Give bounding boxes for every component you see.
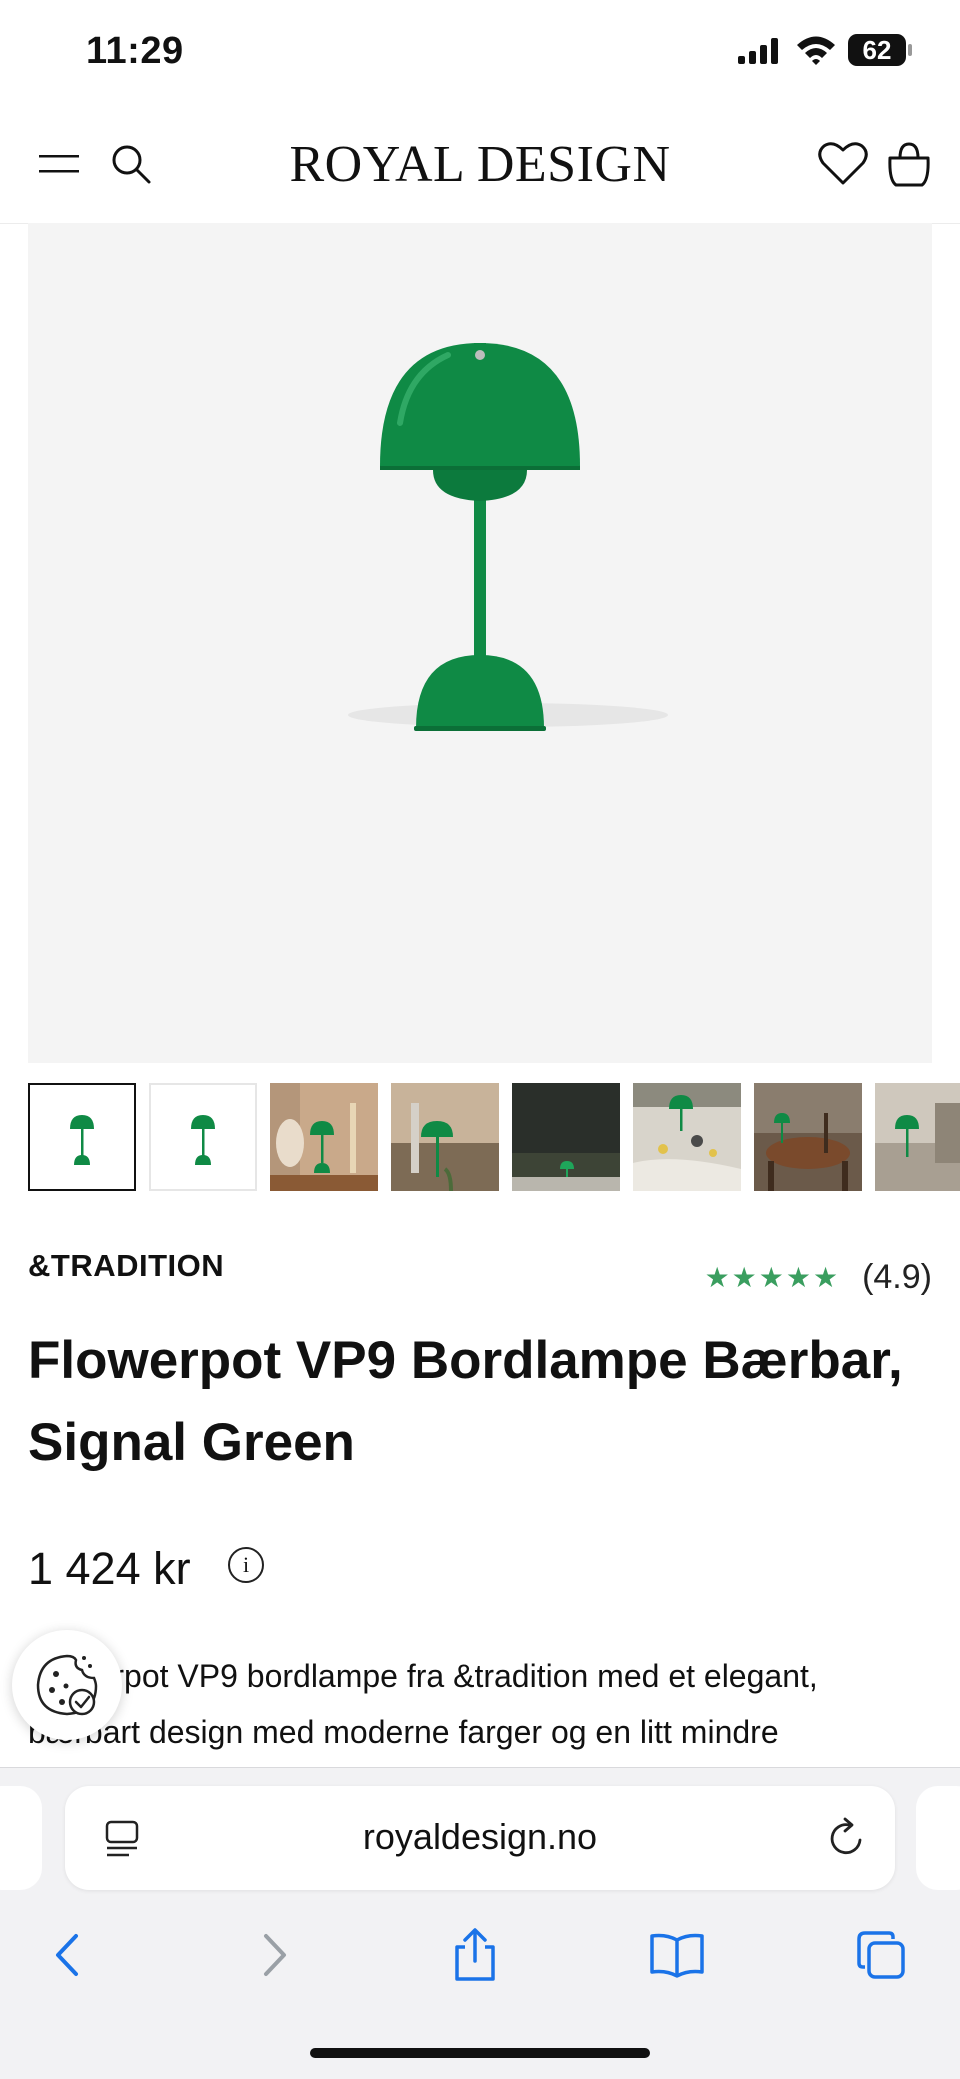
product-main-image[interactable]	[28, 223, 932, 1063]
lamp-illustration	[348, 343, 668, 731]
share-button[interactable]	[440, 1920, 510, 1990]
rating-score: (4.9)	[862, 1258, 932, 1296]
next-tab-peek[interactable]	[916, 1786, 960, 1890]
home-indicator[interactable]	[310, 2048, 650, 2058]
thumbnail-7[interactable]	[754, 1083, 862, 1191]
url-text[interactable]: royaldesign.no	[65, 1816, 895, 1858]
battery-cap	[908, 44, 912, 56]
site-header: ROYAL DESIGN	[0, 105, 960, 224]
battery-icon: 62	[848, 34, 906, 66]
thumbnail-strip	[28, 1083, 960, 1195]
share-icon	[455, 1928, 495, 1981]
thumbnail-picnic-photo	[633, 1083, 741, 1191]
cookie-icon	[36, 1654, 98, 1716]
thumbnail-interior-photo	[270, 1083, 378, 1191]
thumbnail-lamp-image	[30, 1085, 134, 1189]
cart-button[interactable]	[880, 135, 938, 193]
forward-icon	[264, 1934, 286, 1976]
product-price: 1 424 kr	[28, 1543, 191, 1594]
thumbnail-dining-photo	[754, 1083, 862, 1191]
thumbnail-1[interactable]	[28, 1083, 136, 1191]
bookmarks-button[interactable]	[642, 1920, 712, 1990]
forward-button[interactable]	[240, 1920, 310, 1990]
price-info-button[interactable]: i	[228, 1547, 264, 1583]
thumbnail-6[interactable]	[633, 1083, 741, 1191]
signal-icon	[738, 38, 778, 64]
product-description: Flowerpot VP9 bordlampe fra &tradition m…	[28, 1658, 818, 1750]
heart-icon	[818, 142, 868, 185]
status-time: 11:29	[86, 30, 184, 72]
bag-icon	[888, 142, 930, 187]
wifi-icon	[797, 36, 835, 65]
thumbnail-room-photo	[875, 1083, 960, 1191]
thumbnail-5[interactable]	[512, 1083, 620, 1191]
cookie-settings-button[interactable]	[12, 1630, 122, 1740]
tabs-button[interactable]	[846, 1920, 916, 1990]
back-icon	[56, 1934, 78, 1976]
info-icon: i	[242, 1552, 250, 1577]
thumbnail-4[interactable]	[391, 1083, 499, 1191]
address-bar[interactable]: royaldesign.no	[65, 1786, 895, 1890]
thumbnail-3[interactable]	[270, 1083, 378, 1191]
status-bar: 11:29 62	[0, 0, 960, 105]
wishlist-button[interactable]	[814, 135, 872, 193]
thumbnail-8[interactable]	[875, 1083, 960, 1191]
previous-tab-peek[interactable]	[0, 1786, 42, 1890]
rating-stars: ★★★★★	[704, 1262, 841, 1293]
battery-level: 62	[862, 35, 892, 65]
reload-icon[interactable]	[827, 1816, 867, 1860]
back-button[interactable]	[32, 1920, 102, 1990]
tabs-icon	[857, 1931, 905, 1979]
thumbnail-night-photo	[512, 1083, 620, 1191]
thumbnail-lamp-image	[191, 1115, 215, 1165]
bookmarks-icon	[650, 1933, 704, 1978]
product-rating[interactable]: ★★★★★ (4.9)	[705, 1258, 932, 1297]
thumbnail-outdoor-photo	[391, 1083, 499, 1191]
product-brand[interactable]: &TRADITION	[28, 1248, 224, 1284]
thumbnail-2[interactable]	[149, 1083, 257, 1191]
browser-bottom-bar: royaldesign.no	[0, 1767, 960, 2079]
product-title: Flowerpot VP9 Bordlampe Bærbar, Signal G…	[28, 1331, 903, 1472]
